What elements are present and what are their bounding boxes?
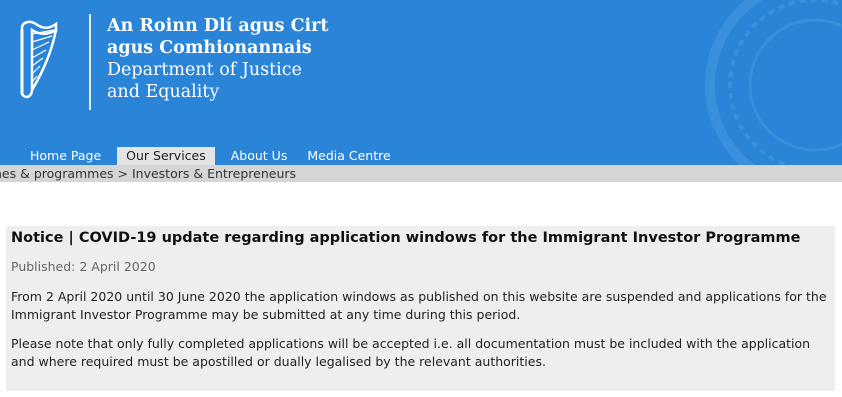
dept-irish-line1: An Roinn Dlí agus Cirt (107, 16, 329, 36)
dept-english-line2: and Equality (107, 82, 220, 102)
notice-title: Notice | COVID-19 update regarding appli… (11, 230, 801, 246)
site-header: An Roinn Dlí agus Cirt agus Comhionannai… (0, 0, 842, 165)
main-nav: Home Page Our Services About Us Media Ce… (20, 147, 401, 165)
notice-published-date: Published: 2 April 2020 (11, 259, 156, 274)
header-divider (89, 14, 91, 110)
notice-paragraph: From 2 April 2020 until 30 June 2020 the… (11, 289, 827, 322)
dept-irish-line2: agus Comhionannais (107, 38, 312, 58)
breadcrumb-text[interactable]: nes & programmes > Investors & Entrepren… (0, 166, 296, 181)
harp-icon[interactable] (16, 20, 60, 102)
seal-watermark-icon (705, 0, 842, 165)
nav-about-us[interactable]: About Us (221, 147, 298, 165)
nav-media-centre[interactable]: Media Centre (297, 147, 400, 165)
department-name[interactable]: An Roinn Dlí agus Cirt agus Comhionannai… (107, 15, 328, 103)
notice-paragraph: Please note that only fully completed ap… (11, 336, 811, 369)
dept-english-line1: Department of Justice (107, 60, 302, 80)
nav-home-page[interactable]: Home Page (20, 147, 111, 165)
breadcrumb: nes & programmes > Investors & Entrepren… (0, 165, 842, 182)
nav-our-services[interactable]: Our Services (117, 147, 215, 165)
notice-panel: Notice | COVID-19 update regarding appli… (6, 226, 835, 391)
